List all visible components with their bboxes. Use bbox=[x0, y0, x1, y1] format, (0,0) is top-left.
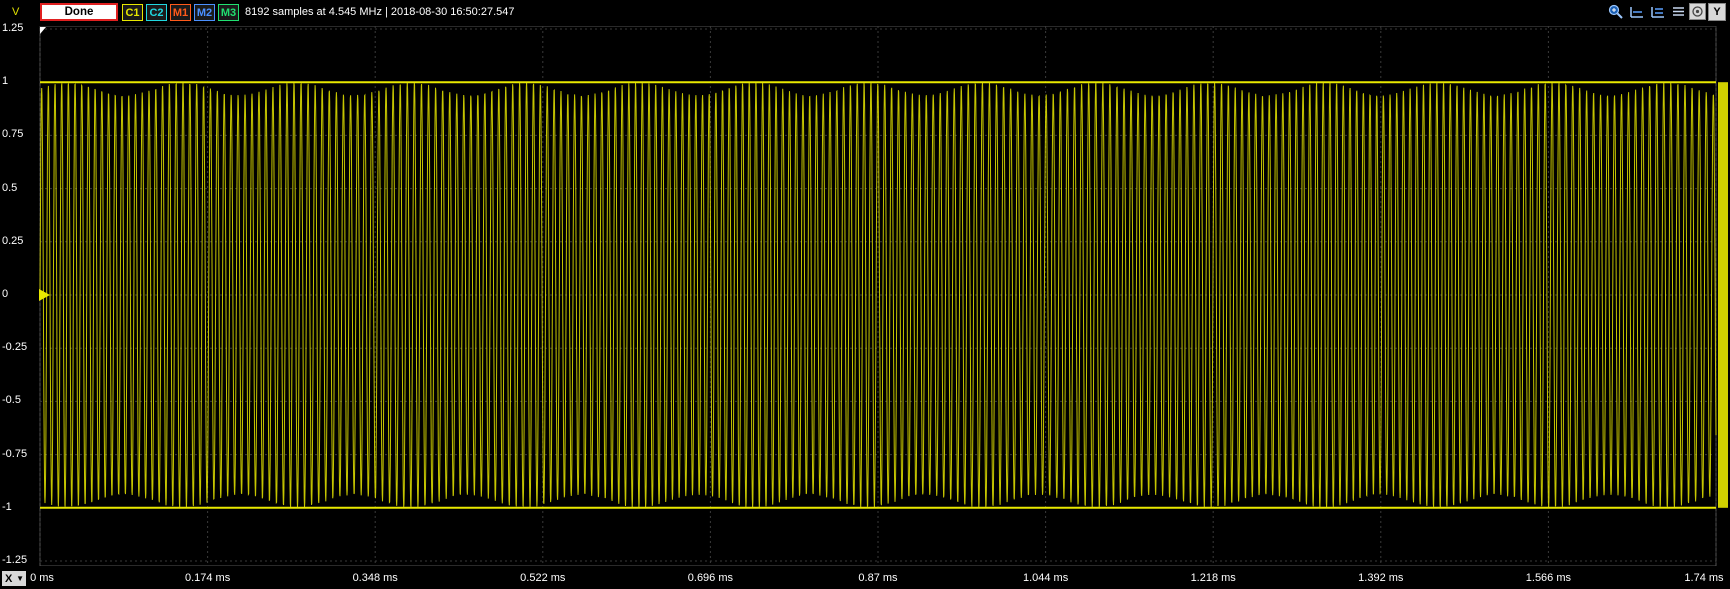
list-icon[interactable] bbox=[1670, 3, 1687, 20]
x-tick-label: 0.348 ms bbox=[352, 572, 398, 584]
y-tick-label: 1.25 bbox=[2, 22, 24, 34]
cursor-horizontal-icon[interactable] bbox=[1628, 3, 1645, 20]
y-tick-label: 0.5 bbox=[2, 181, 18, 194]
waveform-svg bbox=[39, 26, 1728, 566]
x-tick-label: 0.174 ms bbox=[184, 572, 231, 584]
channel-c1-button[interactable]: C1 bbox=[122, 4, 143, 21]
y-tick-label: 1 bbox=[2, 75, 9, 88]
y-tick-label: -1 bbox=[2, 500, 12, 513]
x-tick-label: 0.522 ms bbox=[520, 572, 566, 584]
acquisition-info: 8192 samples at 4.545 MHz | 2018-08-30 1… bbox=[245, 6, 515, 18]
x-tick-label: 1.566 ms bbox=[1525, 572, 1572, 584]
x-tick-label: 1.74 ms bbox=[1684, 572, 1724, 584]
waveform-plot[interactable]: 1.25 1 0.75 0.5 0.25 0 -0.25 -0.5 -0.75 -1 -1.25 bbox=[0, 22, 1730, 566]
snapshot-icon[interactable] bbox=[1689, 3, 1706, 20]
y-tick-label: -0.75 bbox=[2, 447, 28, 460]
x-tick-label: 1.218 ms bbox=[1190, 572, 1236, 584]
x-tick-label: 0.696 ms bbox=[687, 572, 734, 584]
chevron-down-icon: ▼ bbox=[16, 574, 24, 583]
trigger-marker bbox=[40, 27, 46, 34]
x-axis: X ▼ 0 ms 0.174 ms 0.348 ms 0.522 ms 0.696 ms… bbox=[0, 566, 1730, 589]
x-axis-button-label: X bbox=[5, 572, 13, 585]
math-m3-button[interactable]: M3 bbox=[218, 4, 239, 21]
x-tick-label: 1.044 ms bbox=[1022, 572, 1069, 584]
oscilloscope-window: V Done C1 C2 M1 M2 M3 8192 samples at 4.… bbox=[0, 0, 1730, 589]
zoom-icon[interactable] bbox=[1607, 3, 1624, 20]
y-tick-label: 0 bbox=[2, 288, 9, 300]
y-tick-label: -0.25 bbox=[2, 341, 28, 354]
zero-level-marker bbox=[39, 289, 50, 301]
y-tick-label: 0.25 bbox=[2, 234, 24, 247]
x-tick-label: 0 ms bbox=[30, 572, 54, 584]
cursor-vertical-icon[interactable] bbox=[1649, 3, 1666, 20]
c1-level-indicator bbox=[1718, 82, 1728, 508]
x-axis-button[interactable]: X ▼ bbox=[2, 571, 26, 586]
y-tick-label: -0.5 bbox=[2, 394, 21, 407]
y-tick-label: -1.25 bbox=[2, 554, 28, 566]
x-tick-label: 1.392 ms bbox=[1358, 572, 1404, 584]
run-status-button[interactable]: Done bbox=[40, 3, 118, 21]
math-m1-button[interactable]: M1 bbox=[170, 4, 191, 21]
y-tick-label: 0.75 bbox=[2, 128, 24, 141]
y-axis-button[interactable]: Y bbox=[1708, 3, 1726, 21]
y-unit-label: V bbox=[12, 6, 20, 18]
x-tick-label: 0.87 ms bbox=[858, 572, 898, 584]
channel-c2-button[interactable]: C2 bbox=[146, 4, 167, 21]
toolbar: V Done C1 C2 M1 M2 M3 8192 samples at 4.… bbox=[0, 0, 1730, 26]
math-m2-button[interactable]: M2 bbox=[194, 4, 215, 21]
